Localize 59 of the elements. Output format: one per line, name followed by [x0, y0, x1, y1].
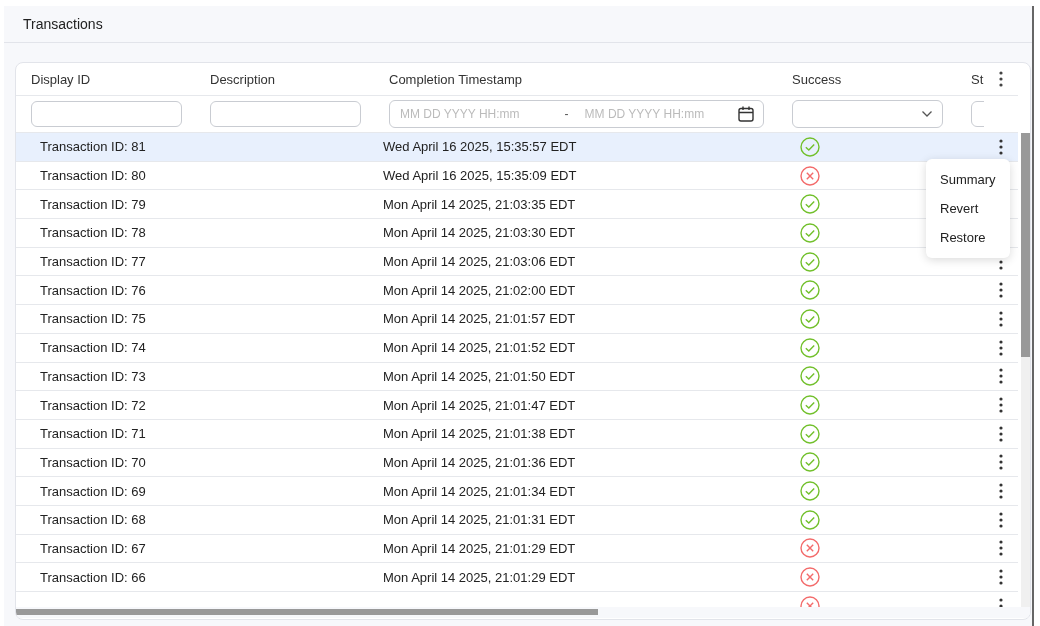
kebab-icon: [999, 425, 1003, 442]
kebab-icon: [999, 368, 1003, 385]
calendar-icon: [737, 105, 755, 123]
table-cell-text: Mon April 14 2025, 21:02:00 EDT: [382, 282, 577, 298]
filter-field[interactable]: [210, 101, 361, 127]
table-cell-text: Transaction ID: 66: [39, 569, 147, 585]
table-cell-text: Mon April 14 2025, 21:03:06 EDT: [382, 254, 577, 270]
table-cell-text: Transaction ID: 69: [39, 483, 147, 499]
table-cell-text: Mon April 14 2025, 21:01:31 EDT: [382, 512, 577, 528]
kebab-icon: [999, 71, 1003, 87]
kebab-icon: [999, 310, 1003, 327]
page-title: Transactions: [23, 16, 103, 32]
table-cell-text: Mon April 14 2025, 21:01:38 EDT: [382, 426, 577, 442]
column-header: St: [970, 71, 984, 87]
kebab-icon: [999, 339, 1003, 356]
kebab-icon: [999, 483, 1003, 500]
table-cell-text: Transaction ID: 67: [39, 540, 147, 556]
table-cell-text: Transaction ID: 71: [39, 426, 147, 442]
table-cell-text: Transaction ID: 78: [39, 225, 147, 241]
table-cell-text: Transaction ID: 79: [39, 196, 147, 212]
table-cell-text: Transaction ID: 75: [39, 311, 147, 327]
column-header: Description: [209, 71, 277, 87]
kebab-icon: [999, 397, 1003, 414]
table-cell-text: Transaction ID: 73: [39, 368, 147, 384]
table-cell-text: Mon April 14 2025, 21:01:50 EDT: [382, 368, 577, 384]
table-cell-text: Mon April 14 2025, 21:03:35 EDT: [382, 196, 577, 212]
table-cell-text: Transaction ID: 76: [39, 282, 147, 298]
scrollbar-thumb[interactable]: [16, 609, 598, 615]
table-cell-text: Mon April 14 2025, 21:01:34 EDT: [382, 483, 577, 499]
table-cell-text: Wed April 16 2025, 15:35:09 EDT: [382, 168, 578, 184]
table-row[interactable]: Transaction ID: 81 Wed April 16 2025, 15:35:57 EDT: [16, 133, 1018, 162]
column-header: Completion Timestamp: [388, 71, 523, 87]
table-cell-text: Transaction ID: 70: [39, 454, 147, 470]
table-cell-text: Mon April 14 2025, 21:01:36 EDT: [382, 454, 577, 470]
column-header: Success: [791, 71, 843, 87]
table-cell-text: Mon April 14 2025, 21:01:57 EDT: [382, 311, 577, 327]
table-cell-text: Transaction ID: 81: [39, 139, 147, 155]
table-cell-text: Transaction ID: 74: [39, 340, 147, 356]
column-header: Display ID: [30, 71, 92, 87]
table-cell-text: Transaction ID: 72: [39, 397, 147, 413]
table-cell-text: Transaction ID: 77: [39, 254, 147, 270]
kebab-icon: [999, 511, 1003, 528]
table-cell-text: Mon April 14 2025, 21:01:47 EDT: [382, 397, 577, 413]
kebab-icon: [999, 138, 1003, 155]
scrollbar-thumb[interactable]: [1021, 133, 1030, 357]
chevron-down-icon: [921, 110, 933, 118]
table-cell-text: Wed April 16 2025, 15:35:57 EDT: [382, 139, 578, 155]
kebab-icon: [999, 282, 1003, 299]
table-cell-text: Mon April 14 2025, 21:01:52 EDT: [382, 340, 577, 356]
date-range-field[interactable]: MM DD YYYY HH:mm - MM DD YYYY HH:mm: [389, 100, 764, 128]
kebab-icon: [999, 569, 1003, 586]
table-cell-text: Mon April 14 2025, 21:01:29 EDT: [382, 540, 577, 556]
table-cell-text: Mon April 14 2025, 21:03:30 EDT: [382, 225, 577, 241]
filter-field[interactable]: [31, 101, 182, 127]
kebab-icon: [999, 540, 1003, 557]
table-cell-text: Mon April 14 2025, 21:01:29 EDT: [382, 569, 577, 585]
kebab-icon: [999, 454, 1003, 471]
table-cell-text: Transaction ID: 80: [39, 168, 147, 184]
table-cell-text: Transaction ID: 68: [39, 512, 147, 528]
